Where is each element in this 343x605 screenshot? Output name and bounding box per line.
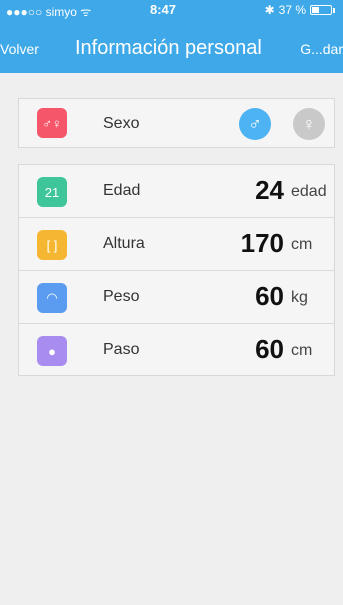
row-value: 60 [255, 281, 284, 311]
navigation-bar: Volver Información personal G...dar [0, 30, 343, 70]
bluetooth-icon: ✱ [264, 3, 275, 17]
carrier-label: ●●●○○ simyo ᯤ [6, 5, 92, 19]
row-unit: edad [291, 183, 327, 200]
row-value: 60 [255, 334, 284, 364]
save-button[interactable]: G...dar [300, 41, 343, 57]
battery-indicator: ✱ 37 % [265, 3, 335, 17]
back-button[interactable]: Volver [0, 41, 39, 57]
status-bar: ●●●○○ simyo ᯤ 8:47 ✱ 37 % [0, 0, 343, 20]
row-value: 170 [240, 228, 284, 258]
gauge-icon: ◠ [37, 283, 67, 313]
sex-row: ♂♀ Sexo ♂ ♀ [19, 99, 334, 147]
measurement-row-altura[interactable]: [ ] Altura 170 cm [19, 218, 334, 271]
male-button[interactable]: ♂ [239, 108, 271, 140]
row-unit: kg [291, 289, 308, 306]
measurement-row-paso[interactable]: ● Paso 60 cm [19, 324, 334, 377]
row-unit: cm [291, 236, 313, 253]
battery-icon [310, 5, 332, 15]
battery-percent: 37 % [278, 3, 306, 17]
row-label: Edad [103, 182, 141, 199]
page-title: Información personal [75, 37, 262, 59]
row-label: Paso [103, 341, 140, 358]
top-bar: ●●●○○ simyo ᯤ 8:47 ✱ 37 % Volver Informa… [0, 0, 343, 73]
row-value: 24 [255, 175, 284, 205]
female-button[interactable]: ♀ [293, 108, 325, 140]
clock: 8:47 [150, 2, 177, 17]
measurements-card: 21 Edad 24 edad [ ] Altura 170 cm ◠ Peso 60 kg ● Paso… [18, 164, 335, 376]
row-unit: cm [291, 342, 313, 359]
calendar-icon: 21 [37, 177, 67, 207]
gender-symbol-icon: ♂♀ [37, 108, 67, 138]
location-pin-icon: ● [37, 336, 67, 366]
ruler-icon: [ ] [37, 230, 67, 260]
row-label: Peso [103, 288, 140, 305]
sex-label: Sexo [103, 115, 140, 132]
measurement-row-edad[interactable]: 21 Edad 24 edad [19, 165, 334, 218]
sex-card: ♂♀ Sexo ♂ ♀ [18, 98, 335, 148]
row-label: Altura [103, 235, 145, 252]
measurement-row-peso[interactable]: ◠ Peso 60 kg [19, 271, 334, 324]
